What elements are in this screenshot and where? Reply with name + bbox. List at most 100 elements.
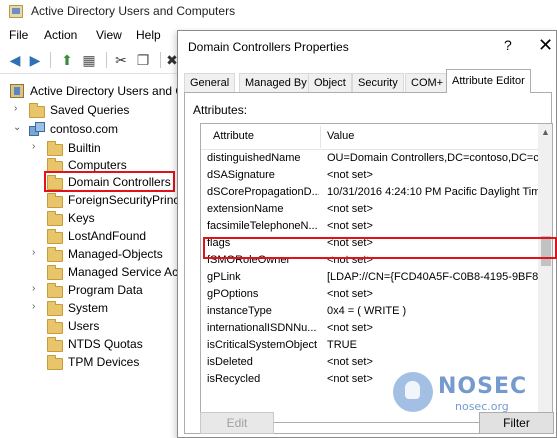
attribute-name: gPOptions [207,288,259,300]
menu-file[interactable]: File [9,28,28,42]
up-folder-icon[interactable]: ⬆ [58,51,76,69]
attributes-list[interactable]: Attribute Value distinguishedName OU=Doma… [200,123,553,423]
table-row[interactable]: isRecycled <not set> [201,371,541,388]
tree-item-program-data[interactable]: › Program Data [0,281,180,300]
tree-item-root[interactable]: Active Directory Users and C [0,82,184,101]
table-row[interactable]: isCriticalSystemObject TRUE [201,337,541,354]
column-header-value[interactable]: Value [327,130,354,142]
tree-item-label: Users [68,319,100,333]
table-row-gplink[interactable]: gPLink [LDAP://CN={FCD40A5F-C0B8-4195-9BF… [201,269,541,286]
tree-item-foreign-security-principals[interactable]: ForeignSecurityPrinc [0,191,180,210]
attribute-value: <not set> [327,373,373,385]
tree-item-label: Computers [68,158,127,172]
chevron-right-icon[interactable]: › [32,301,42,312]
tree-item-saved-queries[interactable]: › Saved Queries [0,101,180,120]
chevron-right-icon[interactable]: › [32,141,42,152]
table-row[interactable]: facsimileTelephoneN... <not set> [201,218,541,235]
toolbar-separator [160,52,161,68]
table-row[interactable]: extensionName <not set> [201,201,541,218]
help-button[interactable]: ? [504,37,512,53]
attribute-name: facsimileTelephoneN... [207,220,318,232]
vertical-scrollbar[interactable]: ▲ ▼ [538,124,552,422]
attribute-name: distinguishedName [207,152,301,164]
tab-attribute-editor[interactable]: Attribute Editor [446,69,531,93]
table-row[interactable]: dSCorePropagationD... 10/31/2016 4:24:10 … [201,184,541,201]
dialog-title: Domain Controllers Properties [188,40,349,54]
toolbar-separator [50,52,51,68]
back-arrow-icon[interactable]: ◀ [6,51,24,69]
dialog-titlebar: Domain Controllers Properties ? ✕ [178,31,556,63]
tree-item-managed-service-accounts[interactable]: Managed Service Ac [0,263,180,282]
column-divider [320,126,321,148]
attribute-value: <not set> [327,288,373,300]
tree-item-label: Saved Queries [50,103,130,117]
folder-icon [47,283,63,298]
chevron-right-icon[interactable]: › [14,103,24,114]
tree-item-label: ForeignSecurityPrinc [68,193,180,207]
chevron-right-icon[interactable]: › [32,283,42,294]
tab-managed-by[interactable]: Managed By [239,73,313,93]
tab-object[interactable]: Object [308,73,352,93]
menu-help[interactable]: Help [136,28,161,42]
tree-item-keys[interactable]: Keys [0,209,180,228]
close-button[interactable]: ✕ [538,35,553,56]
table-row[interactable]: distinguishedName OU=Domain Controllers,D… [201,150,541,167]
table-row[interactable]: dSASignature <not set> [201,167,541,184]
table-row[interactable]: instanceType 0x4 = ( WRITE ) [201,303,541,320]
tree-item-tpm-devices[interactable]: TPM Devices [0,353,180,372]
tree-item-label: Keys [68,211,95,225]
folder-icon [47,193,63,208]
tab-com-plus[interactable]: COM+ [405,73,450,93]
attribute-name: dSASignature [207,169,275,181]
folder-icon [29,103,45,118]
attribute-name: internationalISDNNu... [207,322,317,334]
tab-general[interactable]: General [184,73,236,93]
scroll-up-arrow-icon[interactable]: ▲ [541,127,550,137]
chevron-down-icon[interactable]: ⌄ [13,122,23,133]
tree-item-managed-objects[interactable]: › Managed-Objects [0,245,180,264]
attribute-value: <not set> [327,203,373,215]
tree-item-label: contoso.com [50,122,119,136]
tree-item-label: NTDS Quotas [68,337,143,351]
attribute-name: isDeleted [207,356,253,368]
domain-icon [29,122,45,136]
attribute-value: <not set> [327,356,373,368]
show-tree-icon[interactable]: ▦ [80,51,98,69]
menu-view[interactable]: View [96,28,122,42]
folder-icon [47,355,63,370]
tree-item-lost-and-found[interactable]: LostAndFound [0,227,180,246]
tree-item-label: Managed Service Ac [68,265,179,279]
console-tree: Active Directory Users and C › Saved Que… [0,80,184,438]
copy-icon[interactable]: ❐ [134,51,152,69]
table-row[interactable]: gPOptions <not set> [201,286,541,303]
cut-icon[interactable]: ✂ [112,51,130,69]
attribute-name: isRecycled [207,373,261,385]
tree-item-ntds-quotas[interactable]: NTDS Quotas [0,335,180,354]
edit-button[interactable]: Edit [200,412,274,434]
folder-icon [47,337,63,352]
forward-arrow-icon[interactable]: ▶ [26,51,44,69]
aduc-app-icon [9,5,23,18]
attribute-name: gPLink [207,271,241,283]
filter-button[interactable]: Filter [479,412,554,434]
chevron-right-icon[interactable]: › [32,247,42,258]
folder-icon [47,265,63,280]
tree-item-label: Builtin [68,141,101,155]
menu-action[interactable]: Action [44,28,77,42]
gplink-highlight-box [203,237,557,259]
attribute-editor-panel: Attributes: Attribute Value distinguishe… [184,92,553,434]
folder-icon [47,319,63,334]
column-header-attribute[interactable]: Attribute [213,130,254,142]
attribute-value: 10/31/2016 4:24:10 PM Pacific Daylight T… [327,186,539,198]
tab-strip: General Managed By Object Security COM+ … [184,69,552,93]
tree-item-system[interactable]: › System [0,299,180,318]
attribute-value: TRUE [327,339,357,351]
table-row[interactable]: internationalISDNNu... <not set> [201,320,541,337]
tree-item-users[interactable]: Users [0,317,180,336]
table-row[interactable]: isDeleted <not set> [201,354,541,371]
tree-item-label: LostAndFound [68,229,147,243]
tab-security[interactable]: Security [352,73,404,93]
tree-item-label: Managed-Objects [68,247,163,261]
tree-item-label: Program Data [68,283,143,297]
tree-item-domain[interactable]: ⌄ contoso.com [0,120,180,139]
